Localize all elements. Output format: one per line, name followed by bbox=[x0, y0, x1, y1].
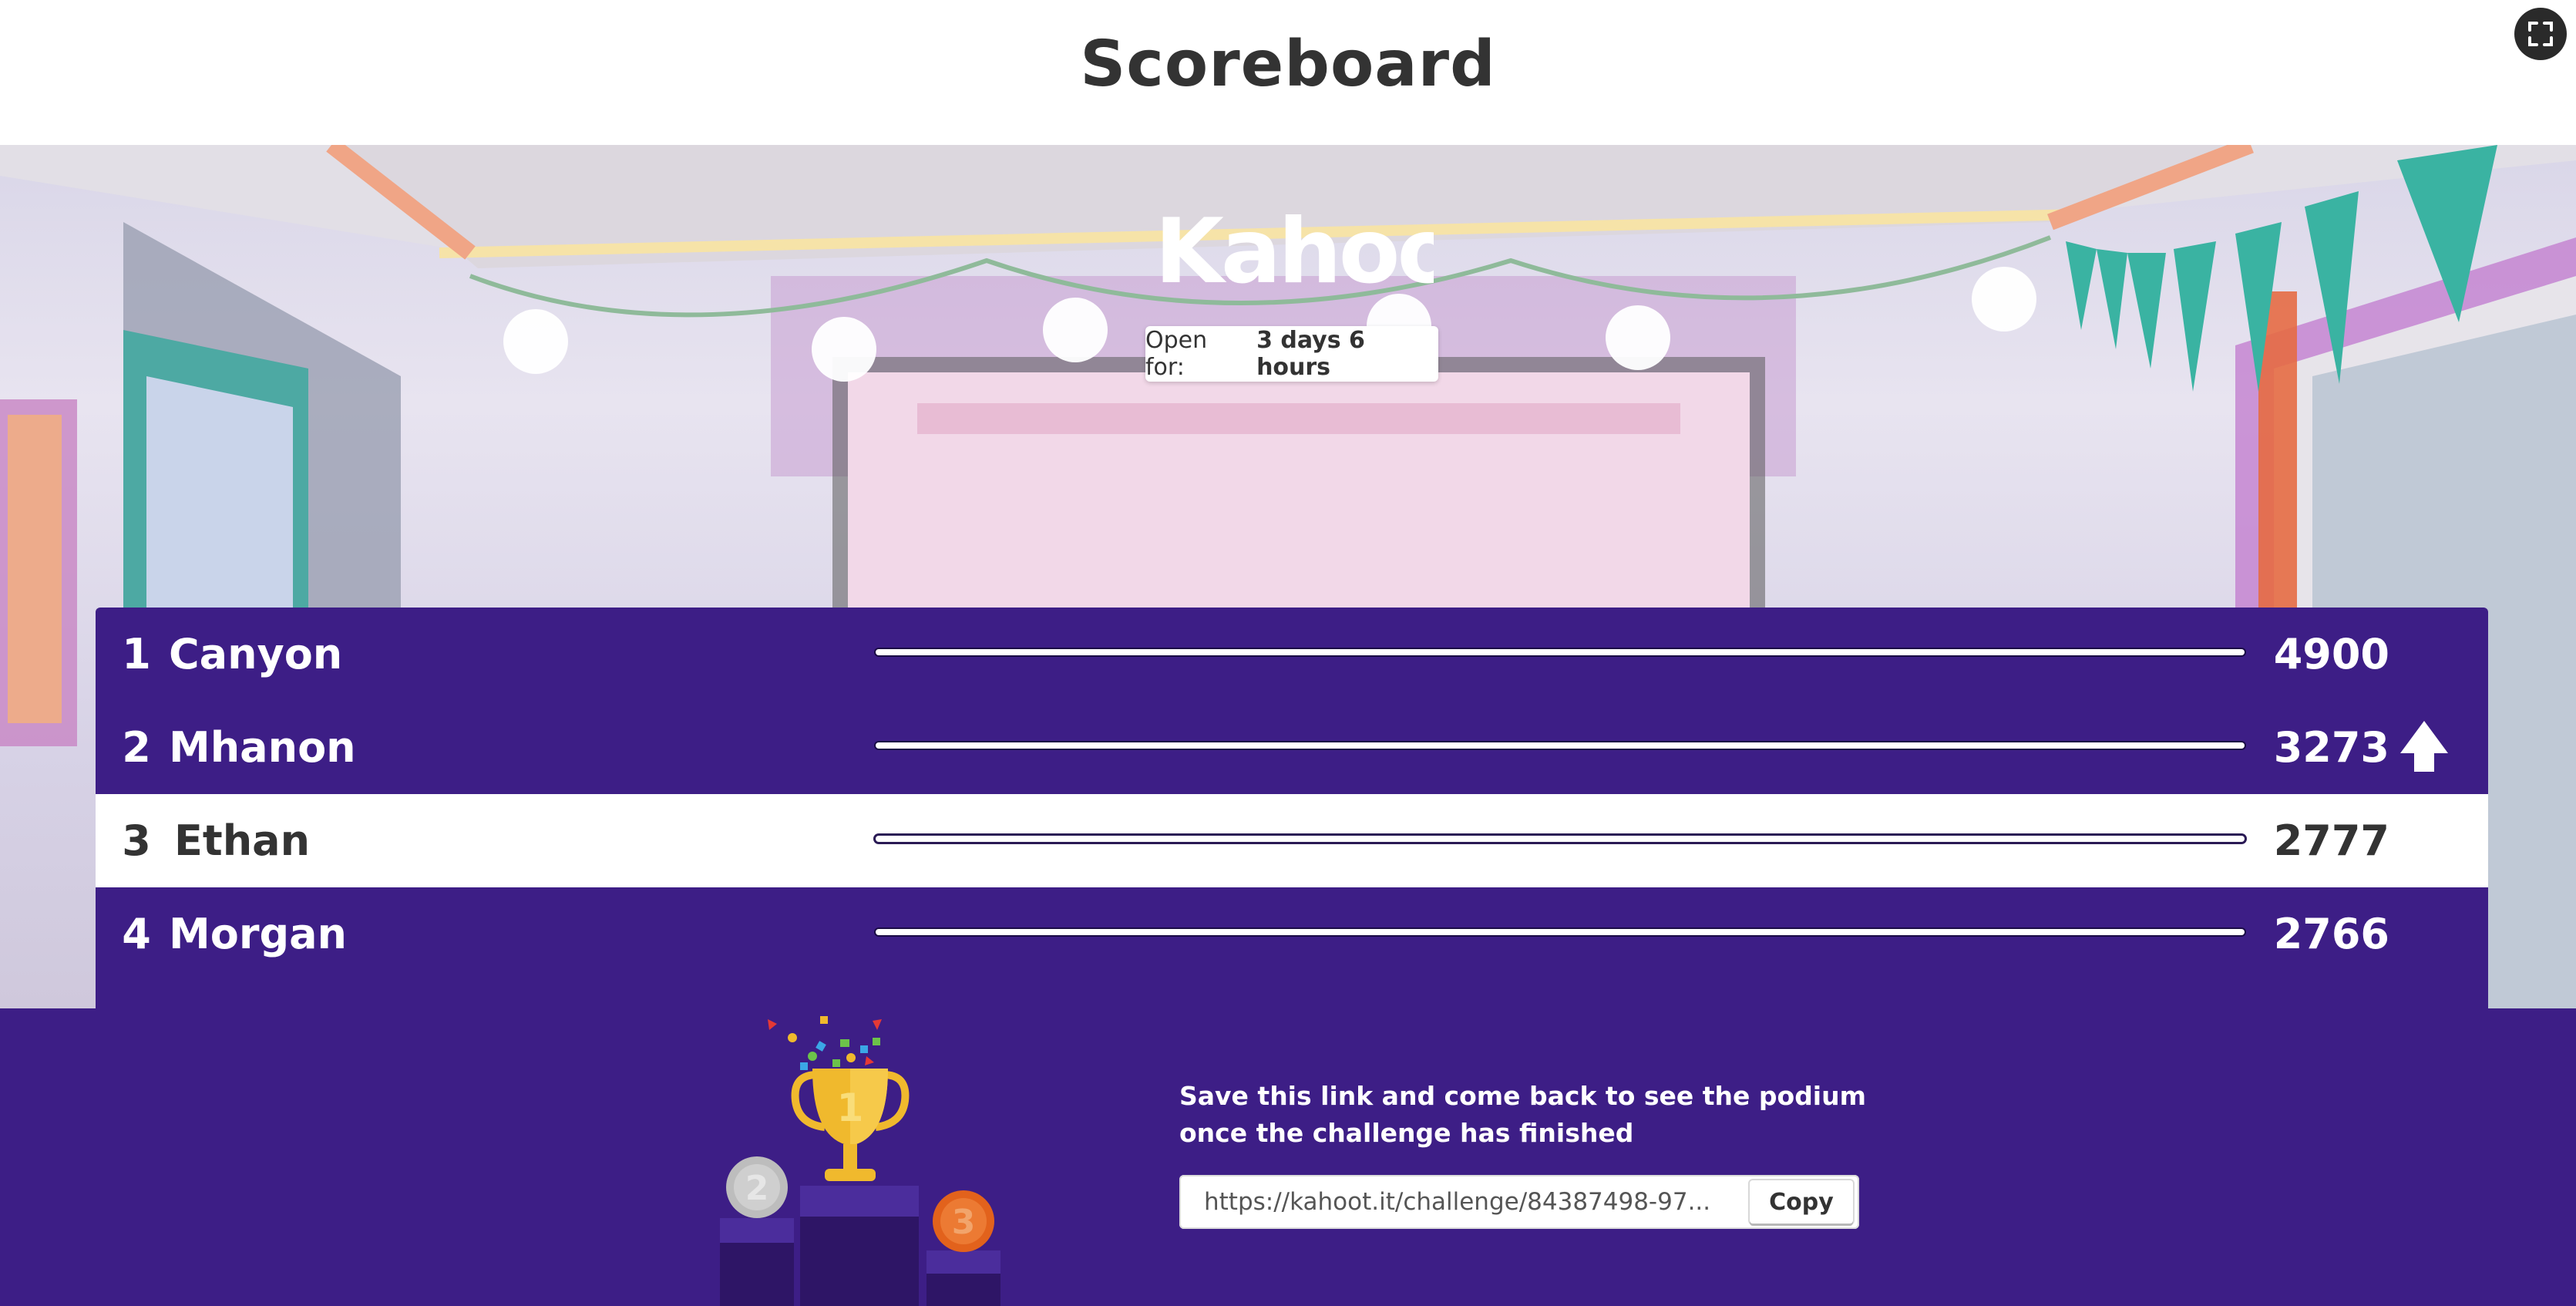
rank-number: 5 bbox=[117, 981, 156, 1008]
player-name: Morgan bbox=[169, 910, 348, 958]
score-bar bbox=[876, 929, 2245, 935]
rank-up-arrow-icon bbox=[2400, 721, 2448, 772]
rank-number: 1 bbox=[122, 630, 151, 678]
save-link-instructions: Save this link and come back to see the … bbox=[1179, 1081, 1866, 1148]
svg-text:Kahoot!: Kahoot! bbox=[1155, 200, 1434, 299]
bronze-medal-icon: 3 bbox=[933, 1190, 994, 1252]
scoreboard-row: 2 Mhanon 3273 bbox=[96, 701, 2488, 794]
player-name: Violet bbox=[169, 981, 305, 1008]
player-score: 3273 bbox=[2273, 723, 2389, 772]
scoreboard-row: 5 Violet 1828 bbox=[96, 981, 2488, 1008]
page-title: Scoreboard bbox=[1080, 28, 1496, 101]
player-score: 4900 bbox=[2273, 630, 2389, 678]
svg-text:1: 1 bbox=[837, 1086, 864, 1130]
silver-medal-icon: 2 bbox=[726, 1156, 788, 1218]
rank-number: 3 bbox=[122, 816, 151, 865]
kahoot-logo: Kahoot! bbox=[1155, 200, 1434, 299]
svg-text:3: 3 bbox=[952, 1203, 976, 1242]
rank-number: 4 bbox=[122, 910, 151, 958]
player-score: 1828 bbox=[2274, 981, 2389, 1008]
podium-trophy-illustration: 1 2 3 bbox=[720, 1016, 1000, 1306]
score-bar bbox=[876, 742, 2245, 749]
rank-number: 2 bbox=[122, 723, 151, 772]
header-bar: Scoreboard bbox=[0, 0, 2576, 145]
scoreboard-row: 4 Morgan 2766 bbox=[96, 887, 2488, 981]
open-for-badge: Open for: 3 days 6 hours bbox=[1145, 326, 1438, 382]
player-score: 2766 bbox=[2273, 910, 2389, 958]
svg-text:2: 2 bbox=[745, 1169, 769, 1208]
open-for-value: 3 days 6 hours bbox=[1256, 327, 1365, 381]
challenge-link-field[interactable]: https://kahoot.it/challenge/84387498-97.… bbox=[1179, 1176, 1750, 1227]
player-name: Canyon bbox=[169, 630, 343, 678]
scoreboard-list: 1 Canyon 4900 2 Mhanon 3273 3 Ethan 2777… bbox=[96, 608, 2488, 1008]
player-name: Mhanon bbox=[169, 723, 356, 772]
player-score: 2777 bbox=[2273, 816, 2389, 865]
scoreboard-row: 1 Canyon 4900 bbox=[96, 608, 2488, 701]
score-bar bbox=[876, 836, 2245, 842]
hero-background: Kahoot! Open for: 3 days 6 hours 1 Canyo… bbox=[0, 145, 2576, 1008]
share-link-box: https://kahoot.it/challenge/84387498-97.… bbox=[1179, 1175, 1859, 1229]
score-bar bbox=[876, 649, 2245, 655]
trophy-icon: 1 bbox=[791, 1069, 910, 1181]
copy-link-button[interactable]: Copy bbox=[1750, 1180, 1853, 1224]
fullscreen-icon bbox=[2528, 22, 2553, 46]
scoreboard-row-current-player: 3 Ethan 2777 bbox=[96, 794, 2488, 887]
footer-panel: 1 2 3 Save this link and come back to se… bbox=[0, 1008, 2576, 1306]
player-name: Ethan bbox=[174, 816, 311, 865]
fullscreen-button[interactable] bbox=[2514, 8, 2567, 60]
open-for-label: Open for: bbox=[1145, 327, 1208, 381]
